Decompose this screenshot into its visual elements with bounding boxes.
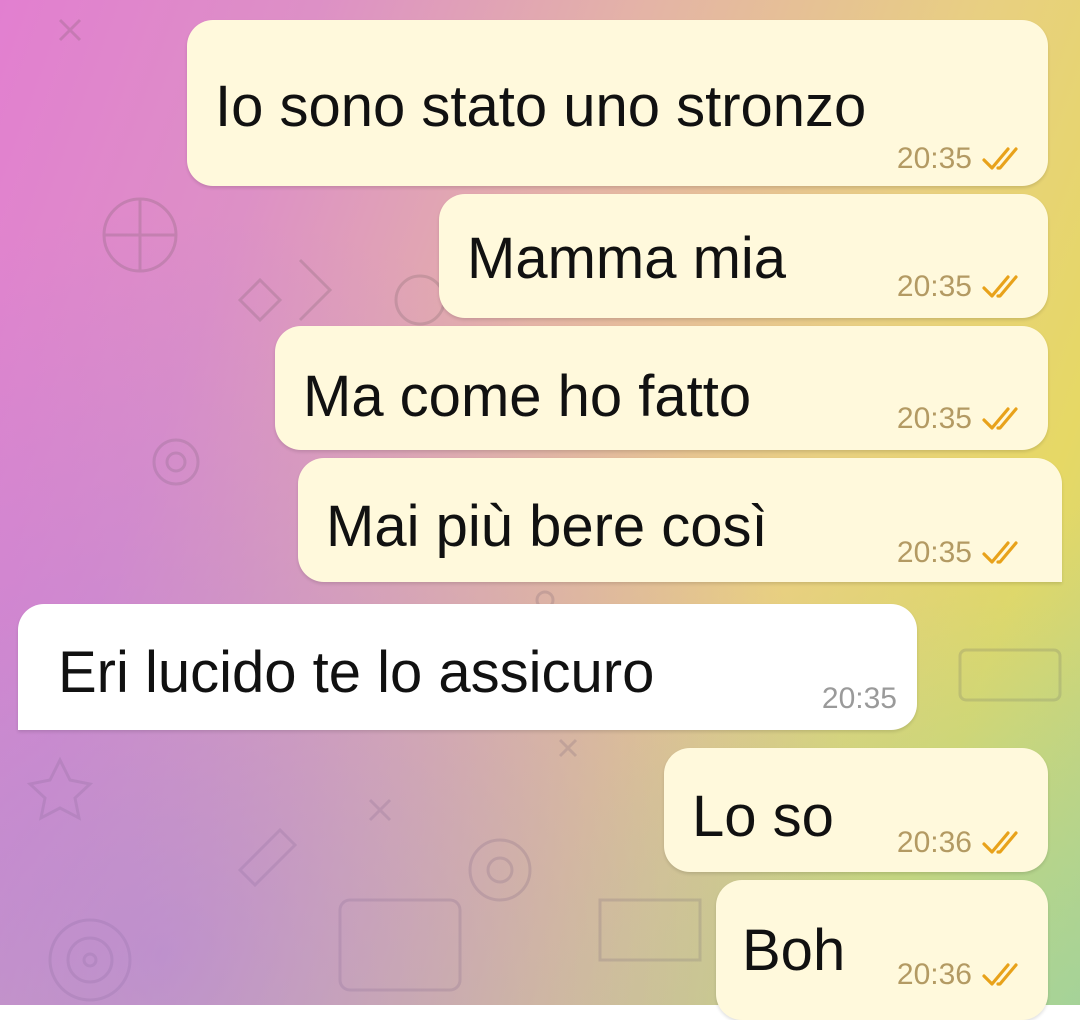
double-check-icon: [982, 541, 1018, 564]
message-time: 20:35: [896, 402, 972, 435]
message-bubble-outgoing[interactable]: Lo so 20:36: [664, 748, 1048, 872]
message-text: Ma come ho fatto: [303, 364, 752, 429]
message-text: Io sono stato uno stronzo: [215, 74, 867, 139]
double-check-icon: [982, 407, 1018, 430]
message-bubble-outgoing[interactable]: Boh 20:36: [716, 880, 1048, 1020]
double-check-icon: [982, 275, 1018, 298]
double-check-icon: [982, 831, 1018, 854]
message-bubble-outgoing[interactable]: Mamma mia 20:35: [439, 194, 1048, 318]
message-bubble-outgoing[interactable]: Ma come ho fatto 20:35: [275, 326, 1048, 450]
message-time: 20:35: [896, 270, 972, 303]
message-bubble-outgoing[interactable]: Io sono stato uno stronzo 20:35: [187, 20, 1048, 186]
message-time: 20:35: [896, 536, 972, 569]
message-time: 20:35: [896, 142, 972, 175]
message-bubble-outgoing[interactable]: Mai più bere così 20:35: [298, 458, 1062, 582]
message-text: Boh: [742, 918, 846, 983]
double-check-icon: [982, 147, 1018, 170]
double-check-icon: [982, 963, 1018, 986]
message-bubble-incoming[interactable]: Eri lucido te lo assicuro 20:35: [18, 604, 917, 730]
message-text: Lo so: [692, 784, 834, 849]
message-time: 20:35: [821, 682, 897, 715]
message-text: Mamma mia: [467, 226, 787, 291]
message-text: Mai più bere così: [326, 494, 768, 559]
message-time: 20:36: [896, 826, 972, 859]
message-text: Eri lucido te lo assicuro: [58, 640, 655, 705]
message-time: 20:36: [896, 958, 972, 991]
